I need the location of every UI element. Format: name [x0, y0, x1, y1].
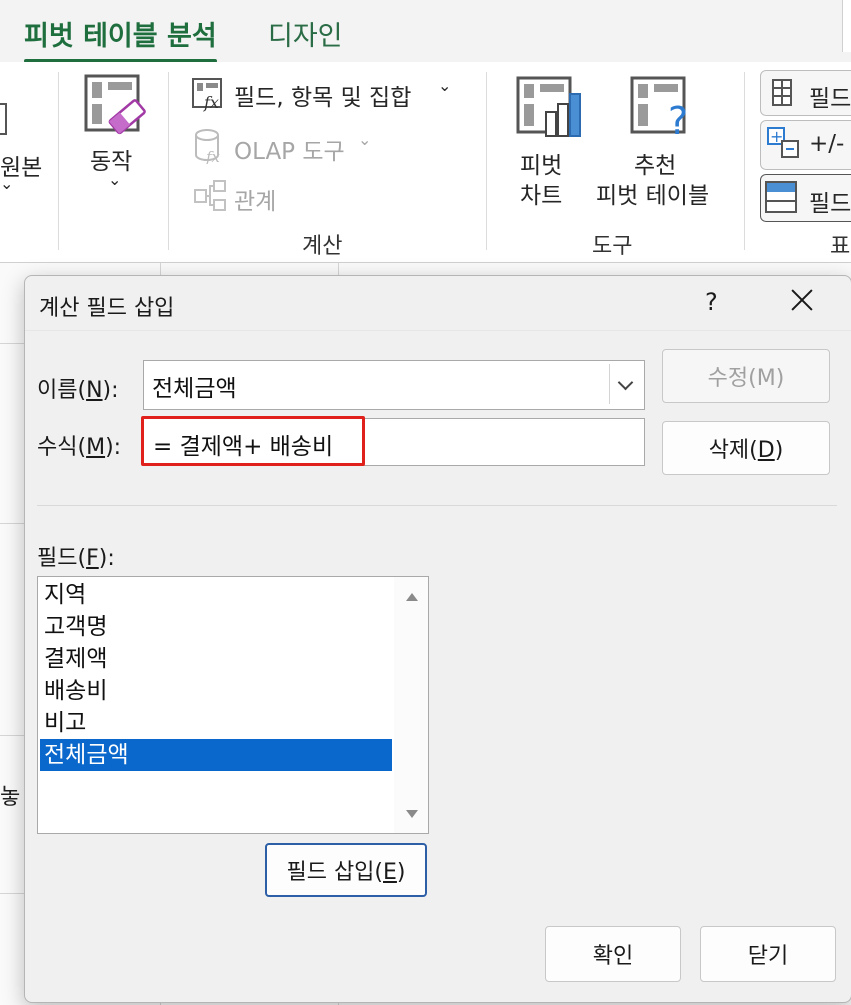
modify-button[interactable]: 수정(M) [662, 349, 830, 403]
plus-minus-icon: + [767, 127, 799, 158]
tab-design[interactable]: 디자인 [268, 14, 343, 53]
olap-tools-icon: fx [195, 129, 221, 164]
recommended-pivot-label-2[interactable]: 피벗 테이블 [596, 176, 709, 210]
dialog-separator [37, 505, 837, 506]
formula-highlight-annotation [141, 416, 365, 466]
dialog-title: 계산 필드 삽입 [39, 296, 175, 321]
field-headers-label: 필드 [809, 191, 851, 217]
field-list-button[interactable]: 필드 [760, 70, 851, 116]
recommended-pivot-icon: ? [630, 76, 688, 138]
ribbon-separator [58, 72, 59, 250]
scroll-up-icon[interactable] [406, 593, 418, 601]
pivot-chart-icon [516, 76, 581, 137]
listbox-scrollbar[interactable] [394, 577, 428, 833]
recommended-pivot-label-1[interactable]: 추천 [634, 146, 676, 180]
list-item[interactable]: 지역 [40, 579, 392, 611]
chevron-down-icon: ⌄ [358, 130, 372, 149]
pivot-chart-label-1[interactable]: 피벗 [520, 146, 562, 180]
field-list-label: 필드 [809, 86, 851, 112]
formula-label: 수식(M): [37, 435, 122, 460]
field-headers-button[interactable]: 필드 [760, 174, 851, 222]
chevron-down-icon: ⌄ [108, 170, 122, 189]
olap-tools-button[interactable]: OLAP 도구 [234, 132, 345, 166]
partial-window-edge [842, 0, 851, 52]
svg-text:fx: fx [205, 148, 221, 164]
relationships-button[interactable]: 관계 [234, 182, 276, 216]
close-icon[interactable] [787, 286, 817, 316]
relationships-icon [194, 180, 226, 211]
scroll-down-icon[interactable] [406, 810, 418, 818]
list-item[interactable]: 배송비 [40, 675, 392, 707]
list-item[interactable]: 고객명 [40, 611, 392, 643]
chevron-down-icon: ⌄ [0, 174, 14, 193]
insert-field-button[interactable]: 필드 삽입(E) [265, 843, 427, 897]
svg-text:fx: fx [203, 93, 219, 112]
close-button[interactable]: 닫기 [700, 926, 836, 982]
ribbon: 원본 ⌄ 동작 ⌄ fx 필드, 항목 및 집합 ⌄ fx OLAP 도구 ⌄ … [0, 62, 851, 263]
cell-text[interactable]: 놓 [0, 779, 20, 811]
field-headers-icon [765, 181, 797, 213]
field-list-icon [772, 79, 792, 106]
group-label-calculations: 계산 [302, 234, 343, 259]
group-label-show-partial: 표 [830, 234, 851, 259]
fields-listbox[interactable]: 지역 고객명 결제액 배송비 비고 전체금액 [37, 576, 429, 834]
chevron-down-icon: ⌄ [438, 76, 452, 95]
insert-calculated-field-dialog: 계산 필드 삽입 ? 이름(N): 전체금액 수식(M): = 결제액+ 배송비… [24, 275, 851, 1003]
fields-items-sets-icon: fx [192, 78, 222, 112]
ribbon-separator [744, 72, 745, 250]
plus-minus-label: +/- [809, 131, 845, 157]
tab-pivottable-analyze[interactable]: 피벗 테이블 분석 [24, 14, 217, 63]
list-item-selected[interactable]: 전체금액 [40, 739, 392, 771]
name-value: 전체금액 [152, 376, 237, 402]
svg-text:?: ? [668, 99, 688, 138]
pivot-chart-label-2[interactable]: 차트 [520, 176, 562, 210]
fields-label: 필드(F): [37, 546, 115, 571]
ribbon-separator [168, 72, 169, 250]
ribbon-separator [486, 72, 487, 250]
list-item[interactable]: 결제액 [40, 643, 392, 675]
plus-minus-buttons-button[interactable]: + +/- [760, 120, 851, 170]
ok-button[interactable]: 확인 [545, 926, 681, 982]
delete-button[interactable]: 삭제(D) [662, 421, 830, 475]
fields-items-sets-button[interactable]: 필드, 항목 및 집합 [234, 78, 411, 112]
ribbon-tab-bar: 피벗 테이블 분석 디자인 [0, 0, 851, 63]
list-item[interactable]: 비고 [40, 707, 392, 739]
help-button[interactable]: ? [705, 288, 718, 316]
chevron-down-icon[interactable] [609, 364, 642, 404]
name-combobox[interactable]: 전체금액 [143, 360, 645, 410]
actions-icon [84, 74, 146, 135]
change-source-icon [0, 103, 7, 135]
title-separator [25, 330, 851, 331]
name-label: 이름(N): [37, 378, 119, 403]
group-label-tools: 도구 [592, 234, 633, 259]
